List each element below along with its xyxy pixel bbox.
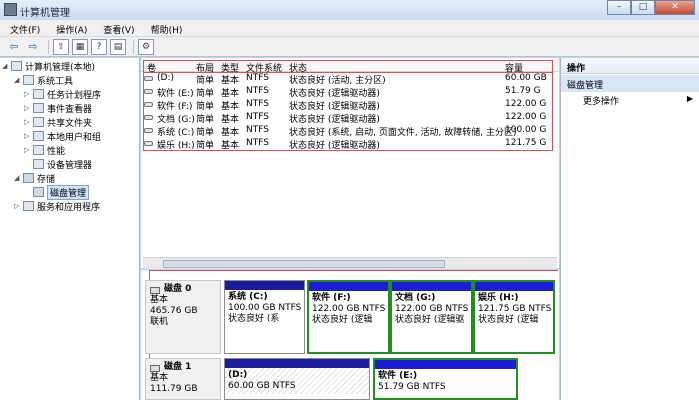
partition-c[interactable]: 系统 (C:) 100.00 GB NTFS 状态良好 (系	[224, 280, 305, 354]
annotation-line	[143, 60, 553, 61]
disk-0-label[interactable]: 磁盘 0 基本 465.76 GB 联机	[145, 280, 221, 354]
expand-icon[interactable]: ▷	[14, 202, 23, 210]
tree-item-performance[interactable]: ▷ 性能	[24, 143, 65, 157]
tools-icon	[23, 75, 34, 85]
collapse-icon[interactable]: ◢	[14, 76, 23, 84]
up-icon[interactable]: ⇧	[53, 38, 69, 55]
volume-icon	[144, 89, 153, 94]
tree-item-system-tools[interactable]: ◢ 系统工具	[14, 73, 73, 87]
annotation-line	[143, 150, 553, 151]
annotation-line	[552, 60, 553, 151]
properties-icon[interactable]: ▤	[110, 38, 126, 55]
event-viewer-icon	[33, 103, 44, 113]
actions-pane: 操作 磁盘管理 更多操作 ▶	[560, 58, 699, 400]
back-icon[interactable]: ⇦	[6, 39, 22, 55]
partition-g[interactable]: 文档 (G:) 122.00 GB NTFS 状态良好 (逻辑驱	[390, 280, 473, 354]
volume-icon	[144, 102, 153, 107]
horizontal-scrollbar[interactable]	[143, 257, 557, 269]
partition-e[interactable]: 软件 (E:) 51.79 GB NTFS	[373, 358, 518, 400]
expand-icon[interactable]: ▷	[24, 104, 33, 112]
table-row[interactable]: (D:) 简单 基本 NTFS 状态良好 (活动, 主分区) 60.00 GB	[141, 72, 559, 86]
actions-title: 操作	[561, 58, 699, 74]
console-tree: ◢ 计算机管理(本地) ◢ 系统工具 ▷ 任务计划程序 ▷ 事件查看器 ▷ 共享文件夹 ▷…	[0, 58, 140, 400]
tree-item-event-viewer[interactable]: ▷ 事件查看器	[24, 101, 92, 115]
disk-1-label[interactable]: 磁盘 1 基本 111.79 GB	[145, 358, 221, 400]
menu-file[interactable]: 文件(F)	[0, 20, 46, 36]
folder-icon	[33, 117, 44, 127]
volume-icon	[144, 141, 153, 146]
forward-icon[interactable]: ⇨	[25, 39, 41, 55]
scrollbar-thumb[interactable]	[163, 260, 445, 268]
table-row[interactable]: 文档 (G:) 简单 基本 NTFS 状态良好 (逻辑驱动器) 122.00 G	[141, 111, 559, 125]
volume-icon	[144, 128, 153, 133]
disk-icon	[150, 287, 160, 294]
table-row[interactable]: 系统 (C:) 简单 基本 NTFS 状态良好 (系统, 启动, 页面文件, 活…	[141, 124, 559, 138]
collapse-icon[interactable]: ◢	[14, 174, 23, 182]
maximize-button[interactable]: □	[631, 0, 655, 15]
annotation-line	[143, 60, 144, 151]
menu-bar: 文件(F) 操作(A) 查看(V) 帮助(H)	[0, 20, 699, 37]
toolbar-divider	[48, 39, 49, 54]
table-row[interactable]: 软件 (F:) 简单 基本 NTFS 状态良好 (逻辑驱动器) 122.00 G	[141, 98, 559, 112]
export-icon[interactable]: ⚙	[138, 38, 154, 55]
volume-icon	[144, 76, 153, 81]
tree-item-storage[interactable]: ◢ 存储	[14, 171, 55, 185]
expand-icon[interactable]: ▷	[24, 90, 33, 98]
disk-graphical-view: 磁盘 0 基本 465.76 GB 联机 系统 (C:) 100.00 GB N…	[141, 270, 559, 400]
disk-icon	[150, 365, 160, 372]
tree-item-disk-management[interactable]: 磁盘管理	[24, 184, 90, 200]
expand-icon[interactable]: ▷	[24, 118, 33, 126]
title-bar: 计算机管理 – □ ✕	[0, 0, 699, 20]
volume-icon	[144, 115, 153, 120]
tree-item-local-users[interactable]: ▷ 本地用户和组	[24, 129, 101, 143]
disk-management-icon	[33, 187, 44, 197]
menu-view[interactable]: 查看(V)	[93, 20, 140, 36]
performance-icon	[33, 145, 44, 155]
partition-h[interactable]: 娱乐 (H:) 121.75 GB NTFS 状态良好 (逻辑	[473, 280, 555, 354]
computer-management-icon	[4, 3, 17, 16]
minimize-button[interactable]: –	[607, 0, 631, 15]
partition-d[interactable]: (D:) 60.00 GB NTFS	[224, 358, 370, 400]
actions-section-disk-management[interactable]: 磁盘管理	[561, 75, 699, 92]
tree-item-shared-folders[interactable]: ▷ 共享文件夹	[24, 115, 92, 129]
tree-item-device-manager[interactable]: 设备管理器	[24, 157, 92, 171]
expand-icon[interactable]: ▷	[24, 146, 33, 154]
tree-item-task-scheduler[interactable]: ▷ 任务计划程序	[24, 87, 101, 101]
collapse-icon[interactable]: ◢	[2, 62, 11, 70]
computer-icon	[11, 61, 22, 71]
annotation-line	[149, 270, 558, 271]
toolbar: ⇦ ⇨ ⇧ ▦ ? ▤ ⚙	[0, 37, 699, 57]
storage-icon	[23, 173, 34, 183]
close-button[interactable]: ✕	[655, 0, 695, 15]
users-icon	[33, 131, 44, 141]
table-row[interactable]: 软件 (E:) 简单 基本 NTFS 状态良好 (逻辑驱动器) 51.79 G	[141, 85, 559, 99]
chevron-right-icon[interactable]: ▶	[687, 94, 693, 103]
tree-item-services-apps[interactable]: ▷ 服务和应用程序	[14, 199, 100, 213]
volume-list: 卷 布局 类型 文件系统 状态 容量 (D:) 简单 基本 NTFS 状态良好 …	[141, 58, 559, 268]
show-tree-icon[interactable]: ▦	[72, 38, 88, 55]
table-row[interactable]: 娱乐 (H:) 简单 基本 NTFS 状态良好 (逻辑驱动器) 121.75 G	[141, 137, 559, 151]
device-manager-icon	[33, 159, 44, 169]
toolbar-divider	[133, 39, 134, 54]
services-icon	[23, 201, 34, 211]
more-actions-link[interactable]: 更多操作	[583, 94, 619, 107]
window-title: 计算机管理	[20, 8, 70, 19]
partition-f[interactable]: 软件 (F:) 122.00 GB NTFS 状态良好 (逻辑	[307, 280, 390, 354]
menu-action[interactable]: 操作(A)	[46, 20, 93, 36]
tree-item-root[interactable]: ◢ 计算机管理(本地)	[2, 59, 95, 73]
clock-icon	[33, 89, 44, 99]
annotation-line	[143, 72, 553, 73]
expand-icon[interactable]: ▷	[24, 132, 33, 140]
help-icon[interactable]: ?	[91, 38, 107, 55]
menu-help[interactable]: 帮助(H)	[141, 20, 189, 36]
